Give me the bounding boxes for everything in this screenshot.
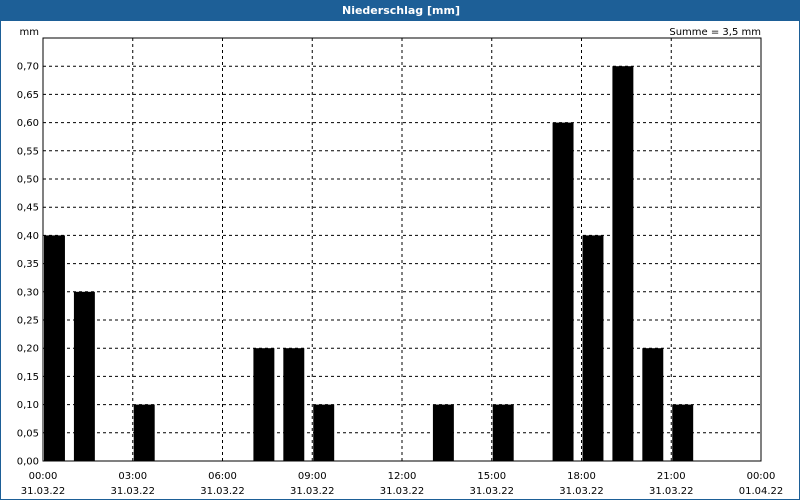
y-tick-label: 0,50 <box>17 175 39 186</box>
y-tick-label: 0,55 <box>17 146 39 157</box>
sum-label: Summe = 3,5 mm <box>669 27 761 38</box>
x-tick-date: 31.03.22 <box>110 486 155 497</box>
x-tick-time: 09:00 <box>298 471 327 482</box>
x-tick-date: 31.03.22 <box>200 486 245 497</box>
window-title: Niederschlag [mm] <box>1 1 800 21</box>
y-tick-label: 0,00 <box>17 457 39 468</box>
y-tick-label: 0,05 <box>17 428 39 439</box>
y-tick-label: 0,30 <box>17 287 39 298</box>
y-tick-label: 0,40 <box>17 231 39 242</box>
y-tick-label: 0,15 <box>17 372 39 383</box>
bar <box>133 404 155 461</box>
y-tick-label: 0,45 <box>17 203 39 214</box>
x-tick-time: 21:00 <box>657 471 686 482</box>
bar <box>253 348 275 461</box>
x-tick-date: 31.03.22 <box>649 486 694 497</box>
bar <box>612 66 634 461</box>
x-tick-date: 31.03.22 <box>290 486 335 497</box>
y-tick-label: 0,35 <box>17 259 39 270</box>
x-tick-time: 18:00 <box>567 471 596 482</box>
x-tick-date: 31.03.22 <box>559 486 604 497</box>
bar <box>642 348 664 461</box>
x-tick-time: 03:00 <box>118 471 147 482</box>
bar <box>283 348 305 461</box>
y-tick-label: 0,65 <box>17 90 39 101</box>
x-tick-date: 01.04.22 <box>739 486 784 497</box>
y-tick-label: 0,60 <box>17 118 39 129</box>
y-tick-label: 0,10 <box>17 400 39 411</box>
bar <box>582 235 604 461</box>
x-tick-date: 31.03.22 <box>380 486 425 497</box>
bar <box>73 291 95 461</box>
y-tick-label: 0,25 <box>17 316 39 327</box>
bar <box>313 404 335 461</box>
x-tick-time: 00:00 <box>29 471 58 482</box>
y-tick-label: 0,20 <box>17 344 39 355</box>
bar <box>552 122 574 461</box>
x-tick-time: 00:00 <box>747 471 776 482</box>
y-axis-label: mm <box>20 27 39 38</box>
chart-window: Niederschlag [mm] 0,00 0,05 0,10 0,15 0,20 0,… <box>0 0 800 500</box>
x-tick-date: 31.03.22 <box>469 486 514 497</box>
bar-chart: 0,00 0,05 0,10 0,15 0,20 0,25 0,30 0,35 0,40 0,45… <box>17 27 784 497</box>
bar <box>672 404 694 461</box>
bar <box>432 404 454 461</box>
x-tick-date: 31.03.22 <box>21 486 66 497</box>
bar <box>44 235 65 461</box>
x-tick-labels: 00:00 31.03.22 03:00 31.03.22 06:00 31.03.22 0… <box>21 471 784 497</box>
bar <box>492 404 514 461</box>
x-tick-time: 06:00 <box>208 471 237 482</box>
y-tick-label: 0,70 <box>17 62 39 73</box>
x-tick-time: 12:00 <box>388 471 417 482</box>
x-tick-time: 15:00 <box>477 471 506 482</box>
y-tick-labels: 0,00 0,05 0,10 0,15 0,20 0,25 0,30 0,35 0,40 0,45… <box>17 62 39 468</box>
